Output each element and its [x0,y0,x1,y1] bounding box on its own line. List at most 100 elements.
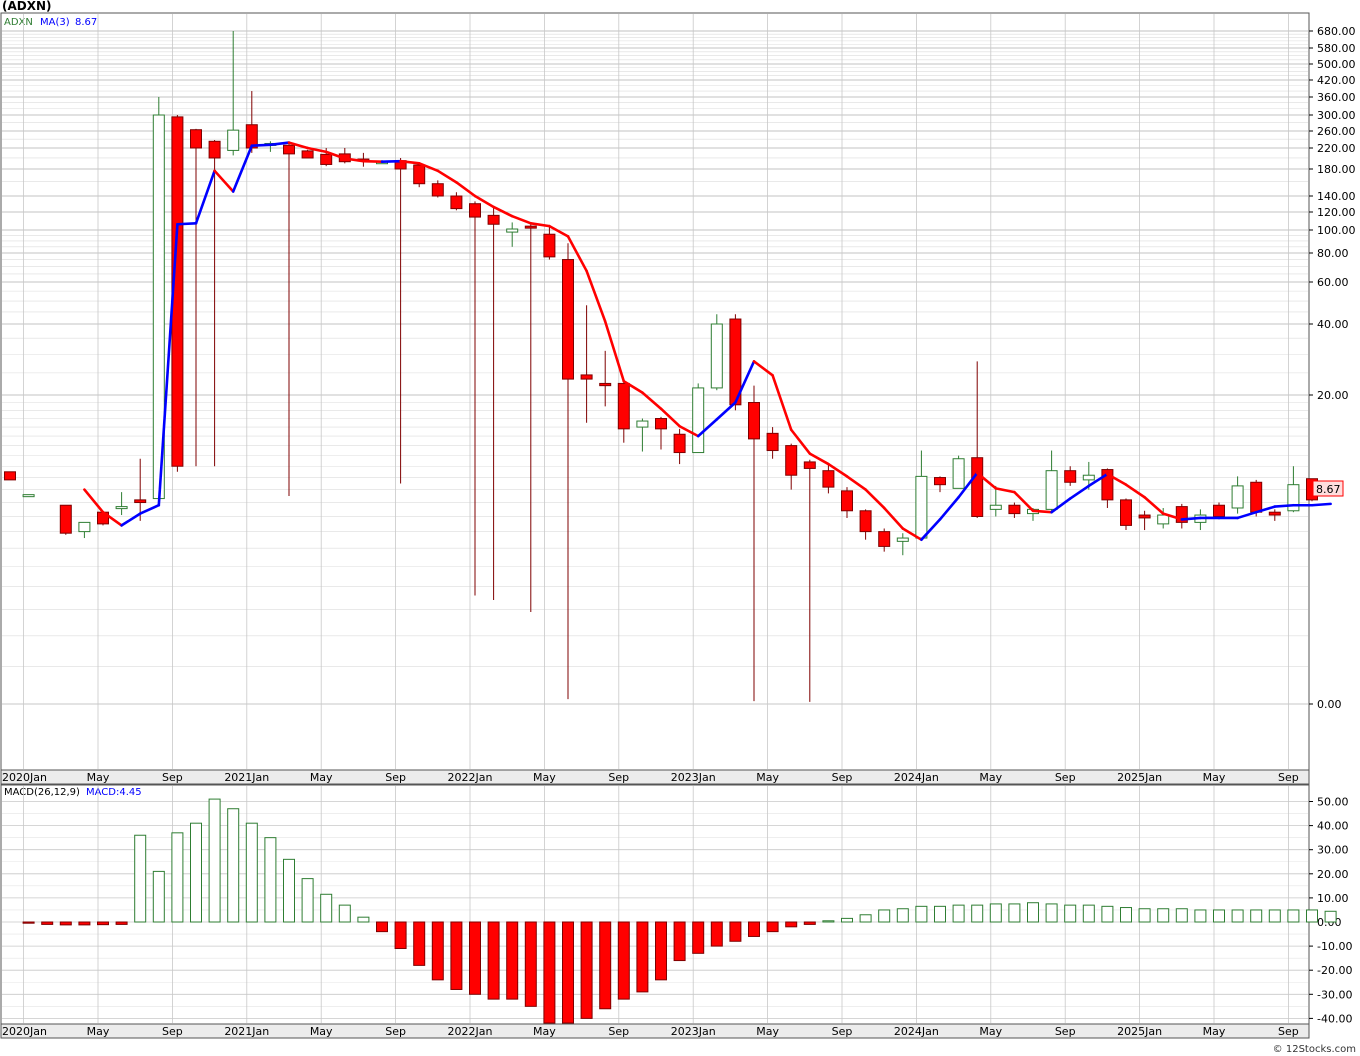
macd-bar [1064,904,1077,923]
candle-body [543,233,556,258]
price-y-tick-label: 420.00 [1317,74,1356,87]
macd-bar [1287,909,1300,923]
candle-body [1157,514,1170,525]
macd-bar [152,870,165,923]
macd-bar [469,921,481,995]
macd-bar [673,921,686,962]
macd-bar [97,921,109,926]
candle-body [822,470,835,488]
macd-bar [1194,909,1207,923]
macd-bar [450,921,463,990]
candle-body [971,457,984,517]
candle-body [413,164,426,185]
x-tick-label: May [87,1025,110,1038]
x-tick-label: 2024Jan [894,771,939,784]
macd-y-tick-label: 20.00 [1317,868,1349,881]
candle-body [1045,470,1058,510]
macd-bar [599,921,612,1010]
macd-bar [617,921,630,1000]
price-y-tick-label: 580.00 [1317,42,1356,55]
macd-bar [543,921,556,1024]
macd-bar [1213,909,1225,923]
macd-y-tick-label: 40.00 [1317,820,1349,833]
candle-body [227,129,240,151]
last-price-label: 8.67 [1316,483,1341,496]
candle-body [190,129,202,149]
macd-bar [1231,909,1244,923]
x-tick-label: Sep [608,771,629,784]
candle-body [450,195,463,210]
candle-body [599,382,612,387]
x-tick-label: May [756,1025,779,1038]
x-tick-label: 2020Jan [2,771,47,784]
price-y-tick-label: 180.00 [1317,163,1356,176]
candle-body [115,506,128,510]
price-y-tick-label: 220.00 [1317,142,1356,155]
macd-x-axis-bar [0,1023,1310,1039]
legend-symbol: ADXN [4,17,33,28]
macd-bar [59,921,72,926]
x-tick-label: May [756,771,779,784]
price-y-tick-label: 360.00 [1317,91,1356,104]
candle-body [1268,511,1281,516]
macd-bar [1324,910,1337,923]
macd-bar [859,914,872,923]
candle-body [934,477,946,486]
price-y-tick-label: 40.00 [1317,318,1349,331]
macd-bar [431,921,444,981]
macd-bar [78,921,91,926]
macd-bar [580,921,593,1019]
candle-body [469,203,481,218]
macd-bar [22,921,35,924]
macd-y-tick-label: -30.00 [1317,988,1352,1001]
macd-bar [1008,903,1021,923]
candle-body [208,140,221,159]
x-tick-label: Sep [385,771,406,784]
candle-body [915,475,928,539]
x-tick-label: Sep [832,771,853,784]
candle-body [766,432,779,452]
price-y-tick-label: 300.00 [1317,109,1356,122]
candle-body [134,499,147,504]
macd-bar [227,808,240,923]
price-y-tick-label: 0.00 [1317,698,1342,711]
x-tick-label: May [1203,771,1226,784]
candle-body [1008,504,1021,515]
x-tick-label: May [1203,1025,1226,1038]
x-tick-label: 2023Jan [671,771,716,784]
ma-segment [1273,503,1295,508]
macd-y-tick-label: 30.00 [1317,844,1349,857]
footer-credit: © 12Stocks.com [1273,1044,1356,1055]
x-tick-label: 2025Jan [1117,1025,1162,1038]
candle-body [59,504,72,534]
x-tick-label: 2024Jan [894,1025,939,1038]
macd-bar [785,921,798,928]
candle-body [673,433,686,454]
x-tick-label: 2020Jan [2,1025,47,1038]
candle-body [748,401,760,440]
x-tick-label: May [979,1025,1002,1038]
macd-bar [41,921,54,925]
x-tick-label: Sep [162,771,183,784]
candle-body [878,531,891,547]
candle-body [1287,484,1300,512]
price-y-tick-label: 60.00 [1317,276,1349,289]
x-tick-label: May [310,771,333,784]
ma-segment [1310,502,1332,507]
macd-bar [1268,909,1281,923]
macd-bar [655,921,667,981]
candle-body [896,537,909,542]
price-y-tick-label: 500.00 [1317,58,1356,71]
candle-body [617,382,630,430]
macd-bar [822,920,835,923]
macd-y-tick-label: -20.00 [1317,964,1352,977]
macd-bar [1175,908,1188,923]
macd-bar [264,837,277,923]
candle-body [283,144,295,155]
x-tick-label: Sep [1278,771,1299,784]
macd-bar [748,921,760,937]
macd-bar [1082,904,1095,923]
candle-body [989,504,1002,510]
macd-bar [338,904,351,923]
macd-label: MACD(26,12,9) [4,787,80,798]
